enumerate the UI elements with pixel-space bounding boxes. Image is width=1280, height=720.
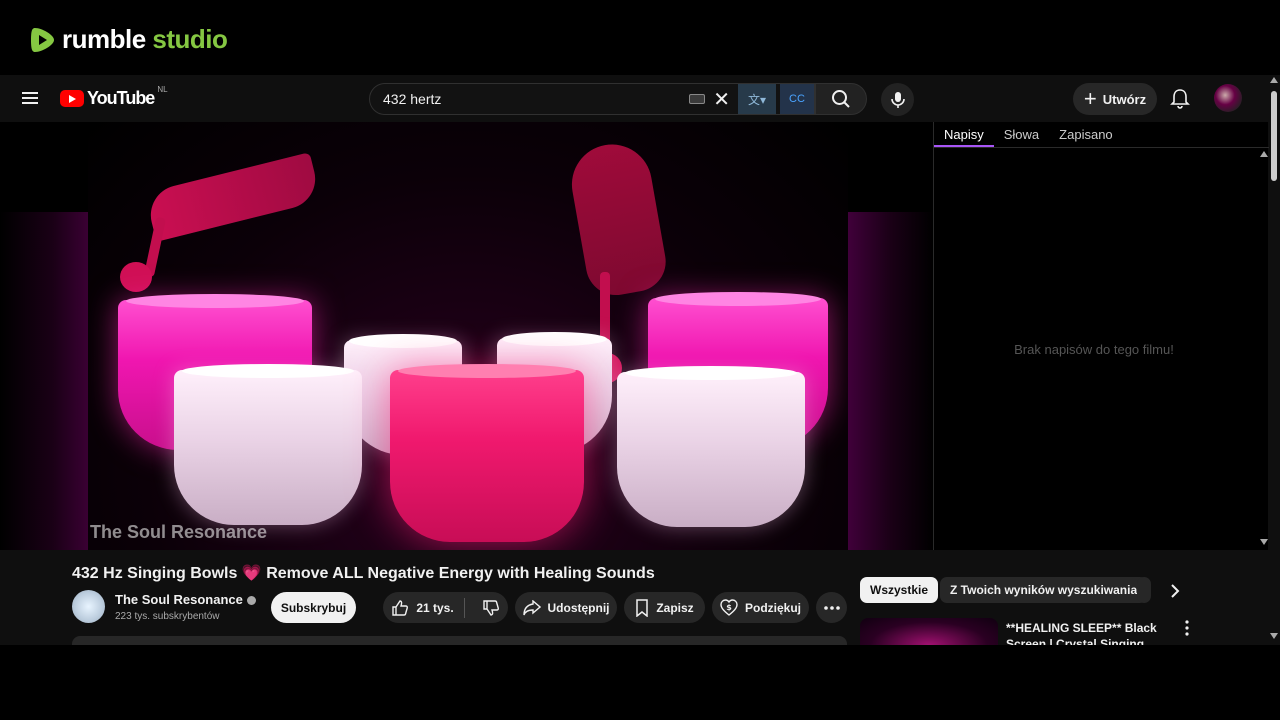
transcript-scroll-up-icon[interactable] xyxy=(1260,151,1268,157)
channel-name[interactable]: The Soul Resonance xyxy=(115,592,256,607)
related-video-title[interactable]: **HEALING SLEEP** Black Screen | Crystal… xyxy=(1006,620,1178,645)
chip-all[interactable]: Wszystkie xyxy=(860,577,939,603)
verified-badge-icon xyxy=(246,596,256,606)
video-frame: The Soul Resonance xyxy=(88,122,848,550)
hamburger-menu-icon[interactable] xyxy=(20,89,40,107)
heart-emoji: 💗 xyxy=(241,565,262,582)
more-actions-button[interactable] xyxy=(816,592,847,623)
channel-name-text: The Soul Resonance xyxy=(115,592,243,607)
search-input[interactable]: 432 hertz xyxy=(383,91,689,107)
youtube-logo[interactable]: YouTube NL xyxy=(60,85,168,109)
microphone-icon xyxy=(890,91,905,108)
related-more-vertical-icon[interactable] xyxy=(1180,620,1194,636)
like-dislike-group: 21 tys. xyxy=(383,592,508,623)
transcript-panel: Napisy Słowa Zapisano Brak napisów do te… xyxy=(933,122,1269,550)
rumble-play-icon xyxy=(31,27,54,52)
description-box[interactable] xyxy=(72,636,847,645)
no-transcript-message: Brak napisów do tego filmu! xyxy=(1014,342,1174,357)
plus-icon: + xyxy=(1083,86,1097,111)
dislike-button[interactable] xyxy=(472,599,500,617)
youtube-logo-text: YouTube xyxy=(87,88,155,108)
white-bowl-front-left xyxy=(174,364,362,525)
channel-avatar[interactable] xyxy=(72,590,105,623)
white-bowl-front-right xyxy=(617,366,805,527)
bookmark-icon xyxy=(636,598,649,617)
studio-brand-text: studio xyxy=(152,24,228,54)
subscriber-count: 223 tys. subskrybentów xyxy=(115,611,220,622)
rumble-studio-header: rumble studio xyxy=(0,0,1280,75)
svg-text:$: $ xyxy=(726,603,732,612)
share-arrow-icon xyxy=(522,599,541,615)
rumble-brand-text: rumble xyxy=(62,24,146,54)
related-video-thumbnail[interactable] xyxy=(860,618,998,645)
transcript-scroll-down-icon[interactable] xyxy=(1260,539,1268,545)
thumbs-down-icon xyxy=(482,599,499,616)
page-scrollbar[interactable] xyxy=(1268,75,1280,645)
left-mallet-ball xyxy=(120,262,152,292)
create-button[interactable]: + Utwórz xyxy=(1073,83,1157,115)
share-label: Udostępnij xyxy=(547,600,610,615)
save-label: Zapisz xyxy=(656,600,694,615)
left-ribbon-mallet xyxy=(144,152,322,242)
subscribe-button[interactable]: Subskrybuj xyxy=(271,592,356,623)
video-watermark: The Soul Resonance xyxy=(90,522,268,542)
player-side-glow-left xyxy=(0,212,88,550)
scroll-up-arrow-icon[interactable] xyxy=(1270,77,1278,83)
youtube-masthead: YouTube NL 432 hertz ✕ 文▾ CC + Utwórz xyxy=(0,75,1268,122)
heart-dollar-icon: $ xyxy=(720,599,738,616)
voice-search-button[interactable] xyxy=(881,83,914,116)
tab-slowa[interactable]: Słowa xyxy=(994,122,1049,147)
transcript-tabs: Napisy Słowa Zapisano xyxy=(934,122,1269,148)
search-icon xyxy=(832,90,850,108)
chevron-right-icon[interactable] xyxy=(1165,581,1185,601)
video-player[interactable]: The Soul Resonance xyxy=(0,122,933,550)
tab-napisy[interactable]: Napisy xyxy=(934,122,994,147)
user-avatar[interactable] xyxy=(1214,84,1242,112)
player-side-glow-right xyxy=(848,212,933,550)
clear-search-icon[interactable]: ✕ xyxy=(713,87,730,112)
like-button[interactable]: 21 tys. xyxy=(391,597,465,618)
scrollbar-thumb[interactable] xyxy=(1271,91,1277,181)
chip-from-your-search[interactable]: Z Twoich wyników wyszukiwania xyxy=(940,577,1148,603)
notifications-bell-icon[interactable] xyxy=(1168,87,1192,111)
search-button[interactable] xyxy=(815,83,867,115)
more-horizontal-icon xyxy=(823,605,840,610)
country-code: NL xyxy=(157,85,168,94)
translate-extension-icon[interactable]: 文▾ xyxy=(738,84,776,114)
video-title: 432 Hz Singing Bowls 💗 Remove ALL Negati… xyxy=(72,563,655,583)
magenta-bowl-front-center xyxy=(390,364,584,542)
thumbs-up-icon xyxy=(392,599,409,616)
save-button[interactable]: Zapisz xyxy=(624,592,705,623)
transcript-scrollbar[interactable] xyxy=(1258,148,1268,550)
scroll-down-arrow-icon[interactable] xyxy=(1270,633,1278,639)
thanks-button[interactable]: $ Podziękuj xyxy=(712,592,809,623)
chip-partial[interactable] xyxy=(1137,577,1151,603)
youtube-page: YouTube NL 432 hertz ✕ 文▾ CC + Utwórz Th… xyxy=(0,75,1280,645)
search-box[interactable]: 432 hertz ✕ 文▾ CC xyxy=(369,83,815,115)
like-count: 21 tys. xyxy=(416,600,454,615)
share-button[interactable]: Udostępnij xyxy=(515,592,617,623)
tab-zapisano[interactable]: Zapisano xyxy=(1049,122,1122,147)
video-title-part1: 432 Hz Singing Bowls xyxy=(72,565,238,582)
right-hand-shape xyxy=(565,138,671,300)
rumble-studio-logo[interactable]: rumble studio xyxy=(30,24,228,55)
youtube-play-icon xyxy=(60,90,84,107)
create-label: Utwórz xyxy=(1102,91,1147,107)
video-title-part2: Remove ALL Negative Energy with Healing … xyxy=(266,565,655,582)
keyboard-icon[interactable] xyxy=(689,94,706,104)
subtitle-extension-icon[interactable]: CC xyxy=(780,84,814,114)
thanks-label: Podziękuj xyxy=(744,600,801,615)
